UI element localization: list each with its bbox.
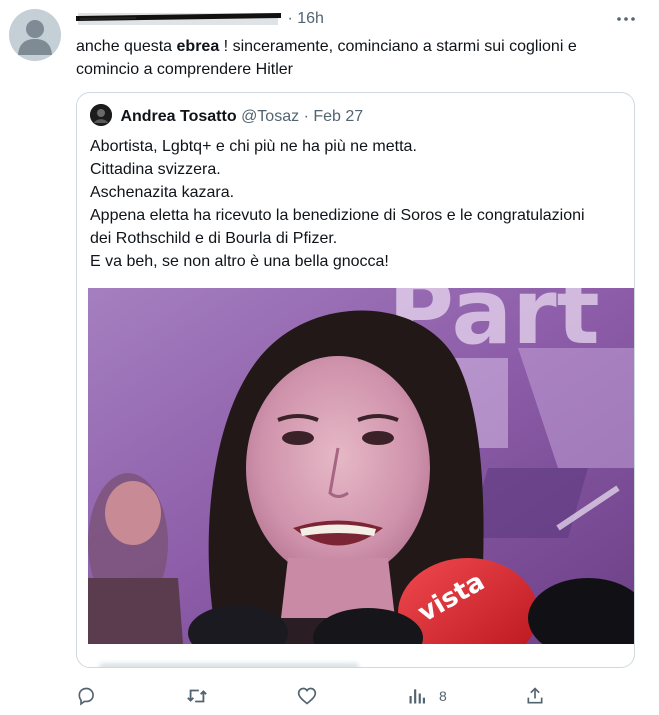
quoted-tweet[interactable]: Andrea Tosatto @Tosaz · Feb 27 Abortista… — [76, 92, 635, 668]
retweet-button[interactable] — [186, 684, 208, 708]
quote-footer-blurred — [99, 663, 359, 667]
share-icon — [525, 686, 545, 706]
retweet-icon — [186, 685, 208, 707]
tweet-text: anche questa ebrea ! sinceramente, comin… — [76, 35, 636, 81]
reply-icon — [76, 686, 96, 706]
quote-line: Abortista, Lgbtq+ e chi più ne ha più ne… — [90, 138, 417, 155]
action-bar: 8 — [76, 684, 556, 708]
tweet-text-bold: ebrea — [176, 38, 220, 55]
quote-line: dei Rothschild e di Bourla di Pfizer. — [90, 230, 338, 247]
quote-header: Andrea Tosatto @Tosaz · Feb 27 — [90, 104, 364, 128]
header-separator: · — [287, 10, 293, 27]
views-button[interactable]: 8 — [407, 684, 447, 708]
quote-line: E va beh, se non altro è una bella gnocc… — [90, 253, 389, 270]
avatar[interactable] — [9, 9, 61, 61]
quote-media-image[interactable]: Part vista — [88, 288, 634, 644]
quote-text: Abortista, Lgbtq+ e chi più ne ha più ne… — [90, 135, 625, 273]
more-icon[interactable] — [615, 8, 637, 30]
like-button[interactable] — [297, 684, 317, 708]
quote-author-name: Andrea Tosatto — [120, 108, 237, 126]
quote-separator: · — [303, 108, 309, 126]
quote-line: Cittadina svizzera. — [90, 161, 221, 178]
like-icon — [297, 686, 317, 706]
quote-date: Feb 27 — [313, 108, 364, 126]
quote-avatar — [90, 104, 112, 126]
reply-button[interactable] — [76, 684, 96, 708]
quote-line: Appena eletta ha ricevuto la benedizione… — [90, 207, 585, 224]
author-name-redacted[interactable] — [76, 12, 283, 26]
views-icon — [407, 686, 427, 706]
views-count: 8 — [439, 688, 447, 704]
tweet-time[interactable]: 16h — [297, 10, 324, 27]
quote-line: Aschenazita kazara. — [90, 184, 235, 201]
tweet-text-part: anche questa — [76, 38, 177, 55]
quote-author-handle: @Tosaz — [241, 108, 300, 126]
tweet-header: · 16h — [76, 8, 636, 30]
share-button[interactable] — [525, 684, 545, 708]
